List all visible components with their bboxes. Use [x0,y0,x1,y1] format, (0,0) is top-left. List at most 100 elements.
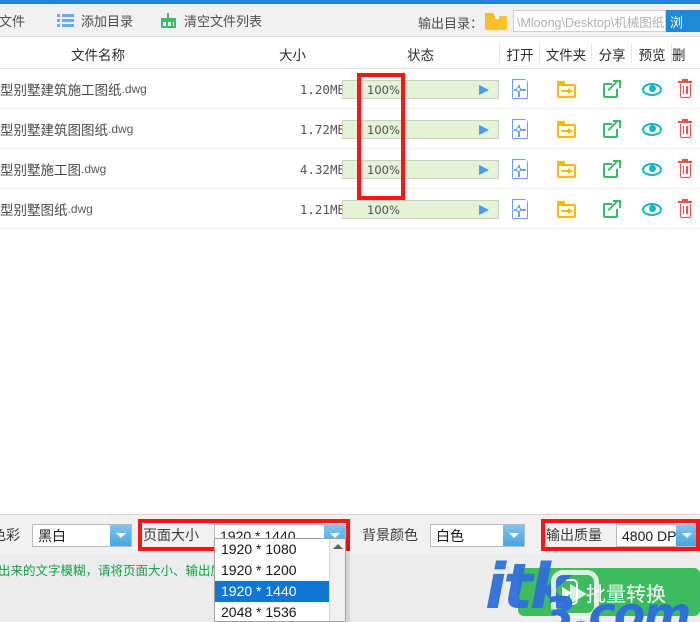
toolbar-add-directory-button[interactable]: 添加目录 [57,4,133,37]
table-row[interactable]: 型别墅图纸 .dwg 1.21MB 100% [0,189,700,229]
share-action[interactable] [592,109,632,149]
file-name-text: 型别墅施工图 [0,163,81,178]
share-icon [603,80,621,98]
quality-label: 输出质量 [546,527,602,543]
play-icon[interactable] [479,125,489,135]
color-select[interactable]: 黑白 [32,524,132,547]
header-divider [591,44,592,63]
folder-icon[interactable] [485,13,507,30]
dropdown-option[interactable]: 2048 * 1536 [215,602,345,621]
column-header-open[interactable]: 打开 [500,38,540,69]
toolbar-clear-list-label: 清空文件列表 [184,14,263,29]
color-value: 黑白 [38,527,66,544]
toolbar-clear-list-button[interactable]: 清空文件列表 [160,4,262,37]
folder-action[interactable] [546,109,586,149]
open-folder-icon [556,80,576,98]
progress-bar: 100% [342,80,499,99]
bg-color-select[interactable]: 白色 [430,524,525,547]
play-icon[interactable] [479,165,489,175]
delete-action[interactable] [672,69,700,109]
output-path-input[interactable]: \Mloong\Desktop\机械图纸 [513,10,666,32]
toolbar-add-file-button[interactable]: 加文件 [0,4,25,37]
page-size-dropdown-list[interactable]: 1920 * 1080 1920 * 1200 1920 * 1440 2048… [214,538,346,622]
dropdown-option-selected[interactable]: 1920 * 1440 [215,581,345,602]
folder-action[interactable] [546,189,586,229]
progress-percent: 100% [367,122,400,137]
preview-action[interactable] [632,149,672,189]
header-divider [499,44,500,63]
open-action[interactable] [500,149,540,189]
file-name-text: 型别墅建筑图图纸 [0,123,108,138]
chevron-down-icon[interactable] [110,525,131,546]
trash-icon [678,198,692,218]
eye-icon [642,82,662,96]
preview-action[interactable] [632,69,672,109]
progress-percent: 100% [367,162,400,177]
column-header-delete[interactable]: 删 [672,38,700,69]
column-header-status[interactable]: 状态 [342,38,499,69]
delete-action[interactable] [672,189,700,229]
file-size-cell: 4.32MB [299,161,345,177]
bg-color-label: 背景颜色 [362,527,418,543]
header-divider [671,44,672,63]
open-folder-icon [556,160,576,178]
open-folder-icon [556,200,576,218]
delete-action[interactable] [672,149,700,189]
file-ext-text: .dwg [81,162,107,176]
file-name-cell: 型别墅施工图 .dwg [0,149,106,189]
trash-icon [678,78,692,98]
table-row[interactable]: 型别墅建筑图图纸 .dwg 1.72MB 100% [0,109,700,149]
preview-action[interactable] [632,109,672,149]
table-row[interactable]: 型别墅建筑施工图纸 .dwg 1.20MB 100% [0,69,700,109]
open-action[interactable] [500,69,540,109]
batch-convert-label: 批量转换 [586,583,666,606]
toolbar-add-file-label: 加文件 [0,14,26,29]
open-action[interactable] [500,109,540,149]
folder-action[interactable] [546,149,586,189]
dropdown-option[interactable]: 1920 * 1080 [215,539,345,560]
quality-select[interactable]: 4800 DPI [616,524,698,547]
file-name-cell: 型别墅建筑施工图纸 .dwg [0,69,147,109]
eye-icon [642,122,662,136]
dropdown-option[interactable]: 1920 * 1200 [215,560,345,581]
table-header: 文件名称 大小 状态 打开 文件夹 分享 预览 删 [0,38,700,69]
browse-button[interactable]: 浏 [666,10,700,32]
chevron-down-icon[interactable] [676,525,697,546]
document-icon [512,78,529,99]
app-window: 加文件 添加目录 清空文件列表 输出目录： \Mloong\Desktop\机械… [0,0,700,622]
toolbar: 加文件 添加目录 清空文件列表 输出目录： \Mloong\Desktop\机械… [0,4,700,37]
open-folder-icon [556,120,576,138]
trash-icon [678,118,692,138]
share-action[interactable] [592,149,632,189]
settings-bar: 色彩 黑白 页面大小 1920 * 1440 背景颜色 白色 输出质量 4800… [0,515,700,555]
file-ext-text: .dwg [108,122,134,136]
chevron-down-icon[interactable] [503,525,524,546]
column-header-share[interactable]: 分享 [592,38,632,69]
list-icon [57,14,74,27]
preview-action[interactable] [632,189,672,229]
column-header-size[interactable]: 大小 [240,38,345,69]
dropdown-scrollbar[interactable] [329,539,345,621]
column-header-name[interactable]: 文件名称 [28,38,168,69]
bg-color-value: 白色 [436,527,464,544]
table-row[interactable]: 型别墅施工图 .dwg 4.32MB 100% [0,149,700,189]
share-action[interactable] [592,189,632,229]
header-divider [539,44,540,63]
column-header-folder[interactable]: 文件夹 [540,38,592,69]
column-header-preview[interactable]: 预览 [632,38,672,69]
document-icon [512,198,529,219]
batch-convert-button[interactable]: 批量转换 [518,568,700,616]
delete-action[interactable] [672,109,700,149]
notice-text: 出来的文字模糊，请将页面大小、输出质量 [0,564,236,578]
chevron-up-icon[interactable] [333,544,343,549]
progress-bar: 100% [342,200,499,219]
play-icon[interactable] [479,205,489,215]
file-ext-text: .dwg [67,202,93,216]
play-icon[interactable] [479,85,489,95]
share-action[interactable] [592,69,632,109]
eye-icon [642,162,662,176]
folder-action[interactable] [546,69,586,109]
progress-bar: 100% [342,160,499,179]
open-action[interactable] [500,189,540,229]
file-name-text: 型别墅建筑施工图纸 [0,83,122,98]
